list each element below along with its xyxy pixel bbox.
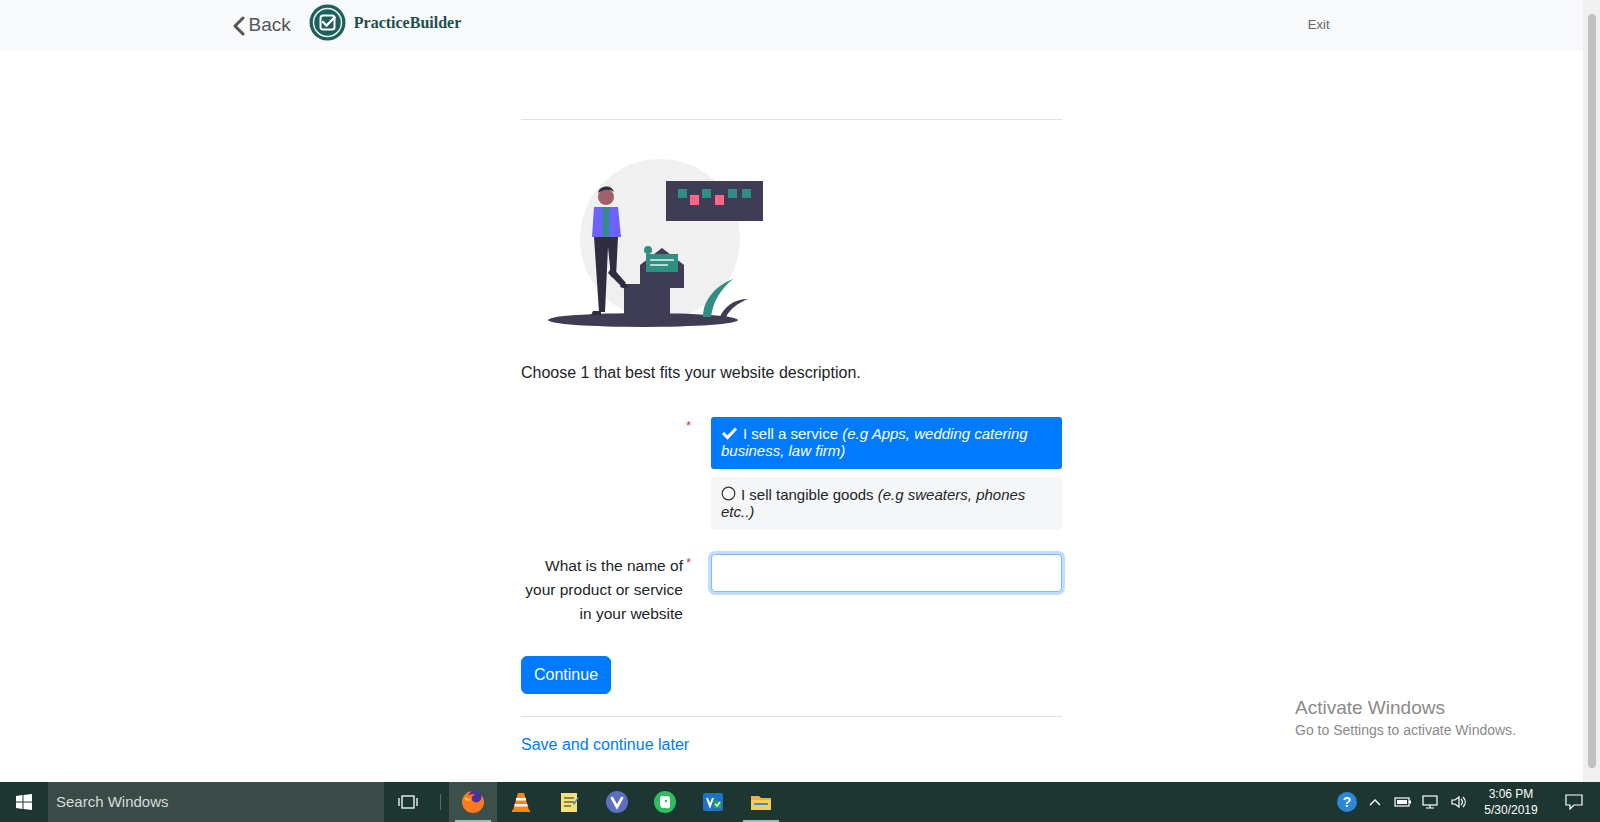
business-type-group: * I sell a service (e.g Apps, wedding cat…: [521, 417, 1062, 530]
brand: PracticeBuilder: [309, 4, 462, 41]
name-field-label: What is the name of your product or serv…: [521, 554, 691, 626]
taskbar-app[interactable]: [497, 782, 545, 822]
taskbar-app[interactable]: [545, 782, 593, 822]
vivaldi-icon: [605, 790, 629, 814]
explorer-icon: [749, 790, 773, 814]
clock[interactable]: 3:06 PM5/30/2019: [1476, 786, 1546, 818]
taskbar-app[interactable]: [641, 782, 689, 822]
task-view-icon: [398, 794, 418, 810]
prompt-text: Choose 1 that best fits your website des…: [521, 361, 1062, 385]
web-page: Back PracticeBuilder Exit Choose 1 that bes…: [0, 0, 1583, 782]
evernote-icon: [653, 790, 677, 814]
person-mail-illustration-icon: [548, 157, 764, 329]
radio-icon: [721, 486, 736, 501]
required-mark: *: [686, 417, 691, 530]
battery-icon[interactable]: [1392, 796, 1414, 808]
taskbar: Search Windows? 3:06 PM5/30/2019: [0, 782, 1600, 822]
firefox-icon: [461, 790, 485, 814]
taskbar-app[interactable]: [689, 782, 737, 822]
business-type-label: *: [521, 417, 691, 530]
option-button[interactable]: I sell tangible goods (e.g sweaters, pho…: [711, 477, 1062, 530]
scrollbar-thumb[interactable]: [1588, 14, 1596, 768]
scrollbar[interactable]: [1583, 0, 1600, 782]
name-field-group: What is the name of your product or serv…: [521, 554, 1062, 626]
system-tray: ? 3:06 PM5/30/2019: [1336, 782, 1600, 822]
logo-icon: [309, 4, 346, 41]
taskbar-search[interactable]: Search Windows: [48, 782, 384, 822]
show-hidden-icon[interactable]: [1364, 798, 1386, 806]
exit-link[interactable]: Exit: [1308, 15, 1330, 35]
network-icon[interactable]: [1420, 795, 1442, 809]
check-icon: [721, 426, 738, 440]
option-button[interactable]: I sell a service (e.g Apps, wedding cate…: [711, 417, 1062, 469]
windows-logo-icon: [16, 794, 32, 810]
save-later-link[interactable]: Save and continue later: [521, 733, 689, 757]
notification-icon: [1565, 794, 1583, 810]
name-input[interactable]: [711, 554, 1062, 592]
chevron-left-icon: [232, 16, 246, 36]
editor-icon: [701, 790, 725, 814]
back-link[interactable]: Back: [232, 11, 291, 40]
required-mark: *: [686, 554, 691, 626]
taskbar-app[interactable]: [737, 782, 785, 822]
top-bar: Back PracticeBuilder Exit: [0, 0, 1583, 51]
volume-icon[interactable]: [1448, 795, 1470, 809]
browser-viewport: Back PracticeBuilder Exit Choose 1 that bes…: [0, 0, 1600, 782]
form-column: Choose 1 that best fits your website des…: [521, 119, 1062, 757]
taskbar-app[interactable]: [593, 782, 641, 822]
notes-icon: [557, 790, 581, 814]
action-center-button[interactable]: [1552, 794, 1596, 810]
continue-button[interactable]: Continue: [521, 656, 611, 694]
help-icon[interactable]: ?: [1337, 792, 1357, 812]
start-button[interactable]: [0, 782, 48, 822]
activation-watermark: Activate WindowsGo to Settings to activa…: [1295, 697, 1516, 739]
taskbar-app[interactable]: [449, 782, 497, 822]
vlc-icon: [509, 790, 533, 814]
task-view-button[interactable]: [384, 782, 432, 822]
illustration: [548, 157, 1062, 329]
divider: [521, 119, 1062, 120]
option-list: I sell a service (e.g Apps, wedding cate…: [711, 417, 1062, 530]
divider: [521, 716, 1062, 717]
separator: [440, 794, 441, 810]
screen: Back PracticeBuilder Exit Choose 1 that bes…: [0, 0, 1600, 822]
